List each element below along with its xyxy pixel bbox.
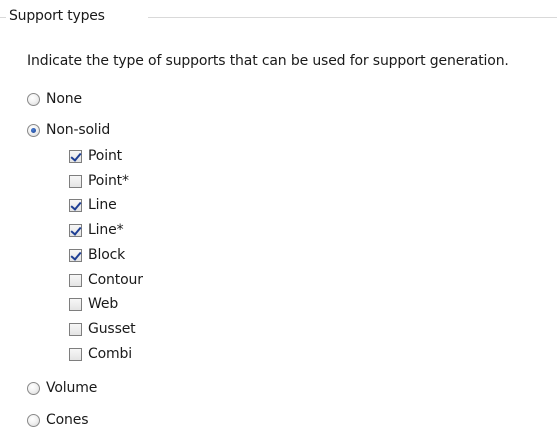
radio-cones-indicator[interactable]	[27, 413, 40, 427]
checkbox-contour-box[interactable]	[69, 273, 82, 287]
radio-non-solid-label: Non-solid	[46, 122, 111, 138]
radio-none-label: None	[46, 91, 82, 107]
checkbox-line[interactable]: Line	[69, 194, 117, 216]
checkbox-line-star[interactable]: Line*	[69, 219, 124, 241]
checkbox-point-star[interactable]: Point*	[69, 170, 129, 192]
checkbox-combi[interactable]: Combi	[69, 343, 132, 365]
group-frame-line-left	[0, 17, 6, 18]
radio-cones-label: Cones	[46, 412, 89, 428]
checkbox-gusset-box[interactable]	[69, 322, 82, 336]
checkbox-contour[interactable]: Contour	[69, 269, 143, 291]
group-frame-line	[148, 17, 557, 18]
checkbox-block[interactable]: Block	[69, 244, 125, 266]
radio-volume[interactable]: Volume	[27, 377, 97, 399]
checkbox-web-label: Web	[88, 296, 119, 312]
checkbox-point-box[interactable]	[69, 149, 82, 163]
radio-non-solid[interactable]: Non-solid	[27, 119, 110, 141]
checkbox-block-label: Block	[88, 247, 126, 263]
checkbox-point[interactable]: Point	[69, 145, 122, 167]
radio-cones[interactable]: Cones	[27, 409, 89, 431]
checkbox-block-box[interactable]	[69, 248, 82, 262]
checkbox-gusset-label: Gusset	[88, 321, 136, 337]
radio-none-indicator[interactable]	[27, 92, 40, 106]
radio-non-solid-indicator[interactable]	[27, 123, 40, 137]
checkbox-line-box[interactable]	[69, 198, 82, 212]
checkbox-point-star-label: Point*	[88, 173, 129, 189]
checkbox-contour-label: Contour	[88, 272, 143, 288]
group-description: Indicate the type of supports that can b…	[27, 53, 509, 69]
radio-none[interactable]: None	[27, 88, 82, 110]
radio-volume-label: Volume	[46, 380, 98, 396]
support-types-group: Support types	[0, 0, 557, 40]
checkbox-line-star-label: Line*	[88, 222, 124, 238]
checkbox-combi-label: Combi	[88, 346, 133, 362]
checkbox-combi-box[interactable]	[69, 347, 82, 361]
checkbox-web-box[interactable]	[69, 297, 82, 311]
checkbox-line-star-box[interactable]	[69, 223, 82, 237]
checkbox-point-star-box[interactable]	[69, 174, 82, 188]
checkbox-point-label: Point	[88, 148, 123, 164]
group-title: Support types	[9, 8, 105, 24]
radio-volume-indicator[interactable]	[27, 381, 40, 395]
checkbox-gusset[interactable]: Gusset	[69, 318, 136, 340]
checkbox-web[interactable]: Web	[69, 293, 118, 315]
checkbox-line-label: Line	[88, 197, 117, 213]
